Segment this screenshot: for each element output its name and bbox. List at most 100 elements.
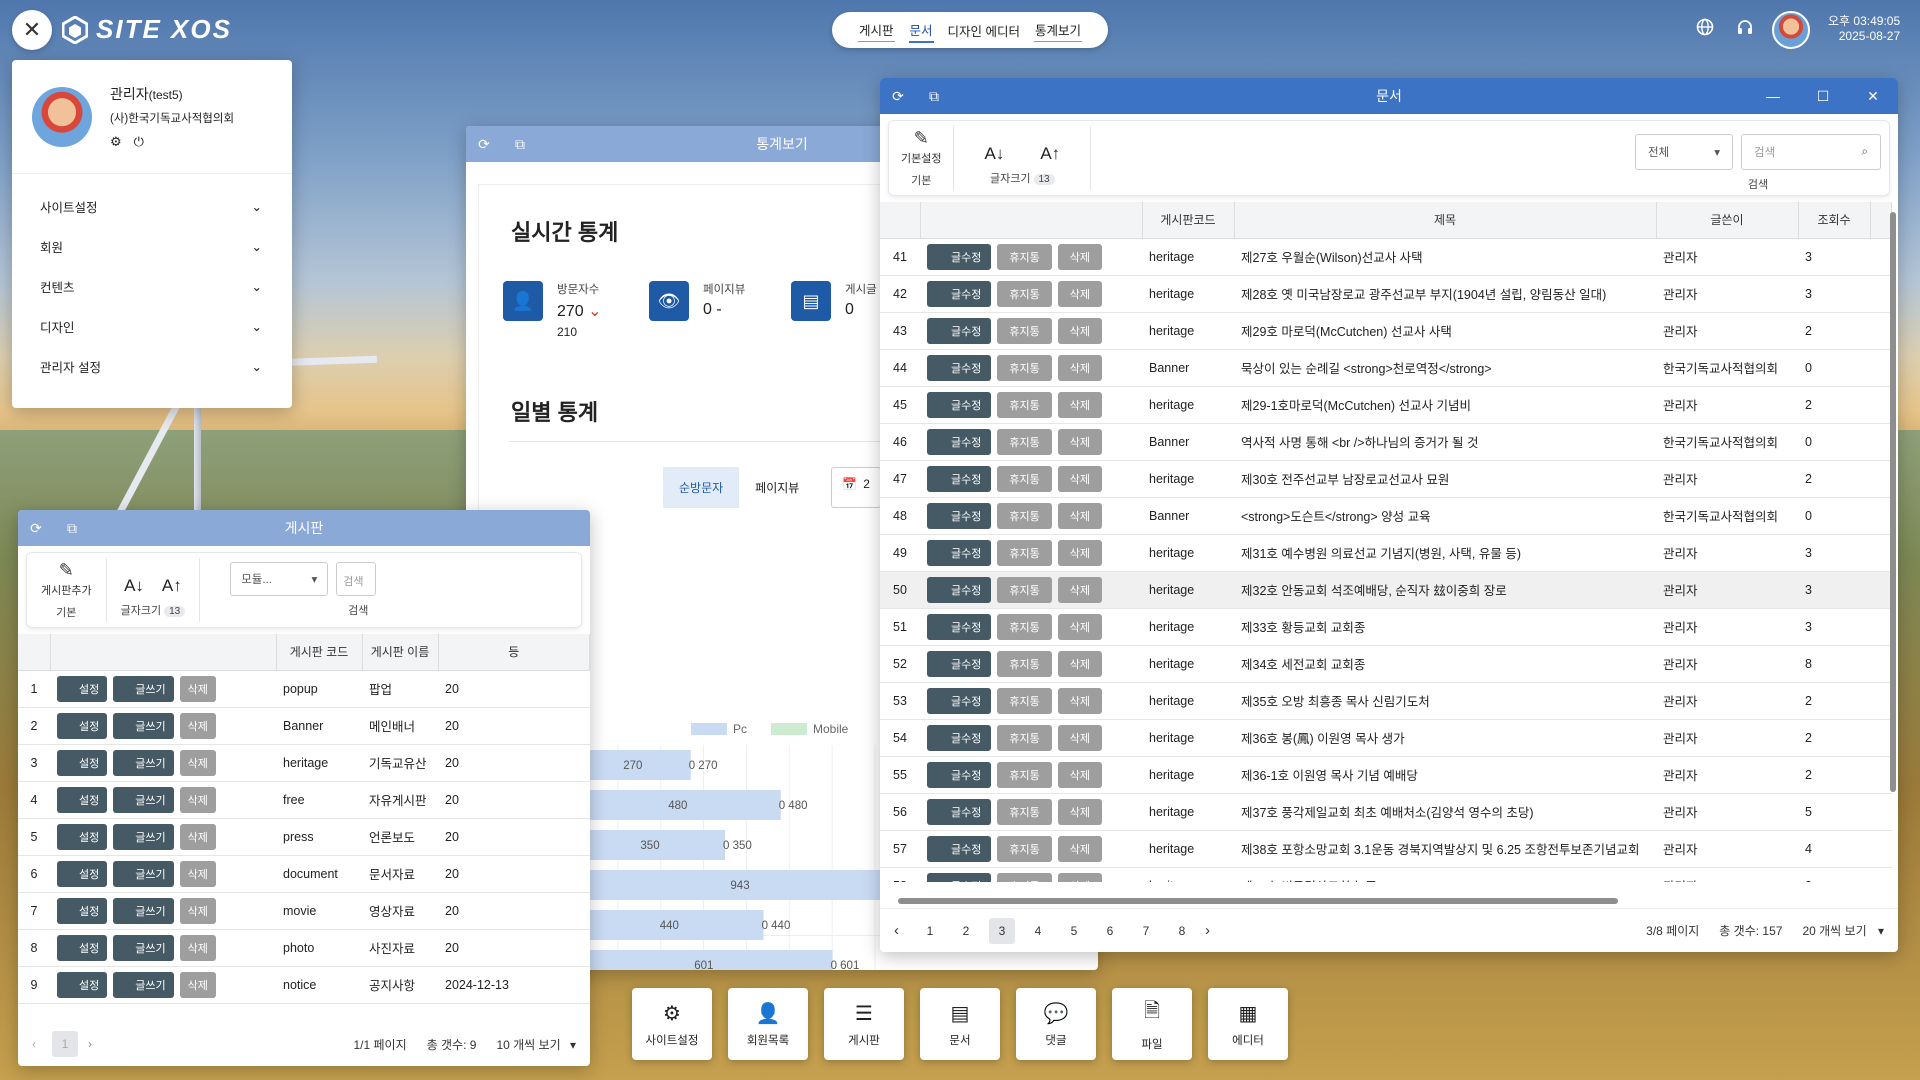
table-row[interactable]: 56 글수정 휴지통 삭제 heritage 제37호 풍각제일교회 최초 예배처소(김양… xyxy=(880,793,1892,831)
write-button[interactable]: 글쓰기 xyxy=(113,749,174,776)
trash-button[interactable]: 휴지통 xyxy=(997,798,1052,825)
delete-button[interactable]: 삭제 xyxy=(1057,280,1102,307)
table-row[interactable]: 52 글수정 휴지통 삭제 heritage 제34호 세전교회 교회종 관리자 8 xyxy=(880,645,1892,683)
delete-button[interactable]: 삭제 xyxy=(1057,539,1102,566)
delete-button[interactable]: 삭제 xyxy=(179,971,216,998)
table-row[interactable]: 7 설정 글쓰기 삭제 movie 영상자료 20 xyxy=(18,892,590,930)
post-title[interactable]: 제29-1호마로덕(McCutchen) 선교사 기념비 xyxy=(1234,386,1656,424)
delete-button[interactable]: 삭제 xyxy=(1057,243,1102,270)
nav-board[interactable]: 게시판 xyxy=(857,18,895,42)
settings-button[interactable]: 설정 xyxy=(57,971,108,998)
delete-button[interactable]: 삭제 xyxy=(1057,835,1102,862)
settings-button[interactable]: 설정 xyxy=(57,712,108,739)
delete-button[interactable]: 삭제 xyxy=(1057,650,1102,677)
delete-button[interactable]: 삭제 xyxy=(1057,391,1102,418)
settings-button[interactable]: 설정 xyxy=(57,749,108,776)
edit-post-button[interactable]: 글수정 xyxy=(927,539,992,566)
delete-button[interactable]: 삭제 xyxy=(179,860,216,887)
settings-gear-icon[interactable]: ⚙ xyxy=(110,134,122,150)
trash-button[interactable]: 휴지통 xyxy=(997,724,1052,751)
delete-button[interactable]: 삭제 xyxy=(179,897,216,924)
edit-post-button[interactable]: 글수정 xyxy=(927,502,992,529)
trash-button[interactable]: 휴지통 xyxy=(997,835,1052,862)
col-board-code[interactable]: 게시판 코드 xyxy=(276,634,363,671)
post-title[interactable]: 제30호 전주선교부 남장로교선교사 묘원 xyxy=(1234,460,1656,498)
table-row[interactable]: 8 설정 글쓰기 삭제 photo 사진자료 20 xyxy=(18,929,590,967)
table-row[interactable]: 47 글수정 휴지통 삭제 heritage 제30호 전주선교부 남장로교선교사 묘원 관… xyxy=(880,460,1892,498)
page-4[interactable]: 4 xyxy=(1025,918,1051,944)
col-title[interactable]: 제목 xyxy=(1234,202,1657,239)
table-row[interactable]: 44 글수정 휴지통 삭제 Banner 묵상이 있는 순례길 <strong>천로역정<… xyxy=(880,349,1892,387)
edit-post-button[interactable]: 글수정 xyxy=(927,576,992,603)
table-row[interactable]: 43 글수정 휴지통 삭제 heritage 제29호 마로덕(McCutchen) 선교… xyxy=(880,312,1892,350)
refresh-icon[interactable]: ⟳ xyxy=(18,510,54,546)
dock-user-button[interactable]: 👤 회원목록 xyxy=(728,988,808,1060)
write-button[interactable]: 글쓰기 xyxy=(113,675,174,702)
write-button[interactable]: 글쓰기 xyxy=(113,934,174,961)
page-8[interactable]: 8 xyxy=(1169,918,1195,944)
post-title[interactable]: 제38호 포항소망교회 3.1운동 경북지역발상지 및 6.25 조항전투보존기… xyxy=(1234,830,1656,868)
edit-post-button[interactable]: 글수정 xyxy=(927,761,992,788)
settings-button[interactable]: 설정 xyxy=(57,786,108,813)
add-board-button[interactable]: ✎ 게시판추가 xyxy=(41,560,92,598)
nav-design-editor[interactable]: 디자인 에디터 xyxy=(948,21,1020,40)
table-row[interactable]: 42 글수정 휴지통 삭제 heritage 제28호 옛 미국남장로교 광주선교부 부지… xyxy=(880,275,1892,313)
table-row[interactable]: 4 설정 글쓰기 삭제 free 자유게시판 20 xyxy=(18,781,590,819)
delete-button[interactable]: 삭제 xyxy=(1057,428,1102,455)
headset-icon[interactable] xyxy=(1736,18,1754,39)
col-board-code[interactable]: 게시판코드 xyxy=(1142,202,1235,239)
table-row[interactable]: 2 설정 글쓰기 삭제 Banner 메인배너 20 xyxy=(18,707,590,745)
table-row[interactable]: 53 글수정 휴지통 삭제 heritage 제35호 오방 최흥종 목사 신림기도처 관리… xyxy=(880,682,1892,720)
page-3[interactable]: 3 xyxy=(989,917,1015,944)
post-title[interactable]: 제29호 마로덕(McCutchen) 선교사 사택 xyxy=(1234,312,1656,350)
nav-statistics[interactable]: 통계보기 xyxy=(1034,18,1083,42)
post-title[interactable]: 제31호 예수병원 의료선교 기념지(병원, 사택, 유물 등) xyxy=(1234,534,1656,572)
delete-button[interactable]: 삭제 xyxy=(1057,724,1102,751)
post-title[interactable]: 제28호 옛 미국남장로교 광주선교부 부지(1904년 설립, 양림동산 일대… xyxy=(1234,275,1656,313)
write-button[interactable]: 글쓰기 xyxy=(113,897,174,924)
table-row[interactable]: 54 글수정 휴지통 삭제 heritage 제36호 봉(鳳) 이원영 목사 생가 관리자… xyxy=(880,719,1892,757)
delete-button[interactable]: 삭제 xyxy=(179,749,216,776)
delete-button[interactable]: 삭제 xyxy=(1057,872,1102,882)
trash-button[interactable]: 휴지통 xyxy=(997,391,1052,418)
delete-button[interactable]: 삭제 xyxy=(179,675,216,702)
table-row[interactable]: 46 글수정 휴지통 삭제 Banner 역사적 사명 통해 <br />하나님의 증거가… xyxy=(880,423,1892,461)
delete-button[interactable]: 삭제 xyxy=(1057,502,1102,529)
delete-button[interactable]: 삭제 xyxy=(1057,613,1102,640)
power-icon[interactable]: ⏻ xyxy=(134,134,144,150)
page-7[interactable]: 7 xyxy=(1133,918,1159,944)
per-page-select[interactable]: 10 개씩 보기 ▾ xyxy=(496,1036,576,1053)
trash-button[interactable]: 휴지통 xyxy=(997,243,1052,270)
page-6[interactable]: 6 xyxy=(1097,918,1123,944)
write-button[interactable]: 글쓰기 xyxy=(113,786,174,813)
delete-button[interactable]: 삭제 xyxy=(179,934,216,961)
next-page-icon[interactable]: › xyxy=(88,1037,92,1051)
settings-button[interactable]: 설정 xyxy=(57,675,108,702)
prev-page-icon[interactable]: ‹ xyxy=(32,1037,36,1051)
table-row[interactable]: 3 설정 글쓰기 삭제 heritage 기독교유산 20 xyxy=(18,744,590,782)
table-row[interactable]: 48 글수정 휴지통 삭제 Banner <strong>도슨트</strong> 양성 … xyxy=(880,497,1892,535)
globe-icon[interactable] xyxy=(1696,18,1714,41)
font-increase-icon[interactable]: A↑ xyxy=(162,576,182,596)
table-row[interactable]: 6 설정 글쓰기 삭제 document 문서자료 20 xyxy=(18,855,590,893)
maximize-icon[interactable]: ☐ xyxy=(1798,78,1848,114)
refresh-icon[interactable]: ⟳ xyxy=(466,126,502,162)
close-icon[interactable]: ✕ xyxy=(1848,78,1898,114)
trash-button[interactable]: 휴지통 xyxy=(997,280,1052,307)
trash-button[interactable]: 휴지통 xyxy=(997,687,1052,714)
delete-button[interactable]: 삭제 xyxy=(1057,465,1102,492)
post-title[interactable]: 제33호 황등교회 교회종 xyxy=(1234,608,1656,646)
edit-post-button[interactable]: 글수정 xyxy=(927,687,992,714)
edit-post-button[interactable]: 글수정 xyxy=(927,428,992,455)
table-row[interactable]: 1 설정 글쓰기 삭제 popup 팝업 20 xyxy=(18,670,590,708)
settings-button[interactable]: 설정 xyxy=(57,860,108,887)
post-title[interactable]: 제34호 세전교회 교회종 xyxy=(1234,645,1656,683)
font-increase-icon[interactable]: A↑ xyxy=(1040,144,1060,164)
write-button[interactable]: 글쓰기 xyxy=(113,712,174,739)
menu-contents[interactable]: 컨텐츠 ⌄ xyxy=(12,266,292,306)
brand-logo[interactable]: SITE XOS xyxy=(62,14,232,45)
trash-button[interactable]: 휴지통 xyxy=(997,317,1052,344)
col-views[interactable]: 조회수 xyxy=(1798,202,1871,239)
search-icon[interactable]: ⌕ xyxy=(1862,146,1868,159)
prev-page-icon[interactable]: ‹ xyxy=(894,922,899,939)
